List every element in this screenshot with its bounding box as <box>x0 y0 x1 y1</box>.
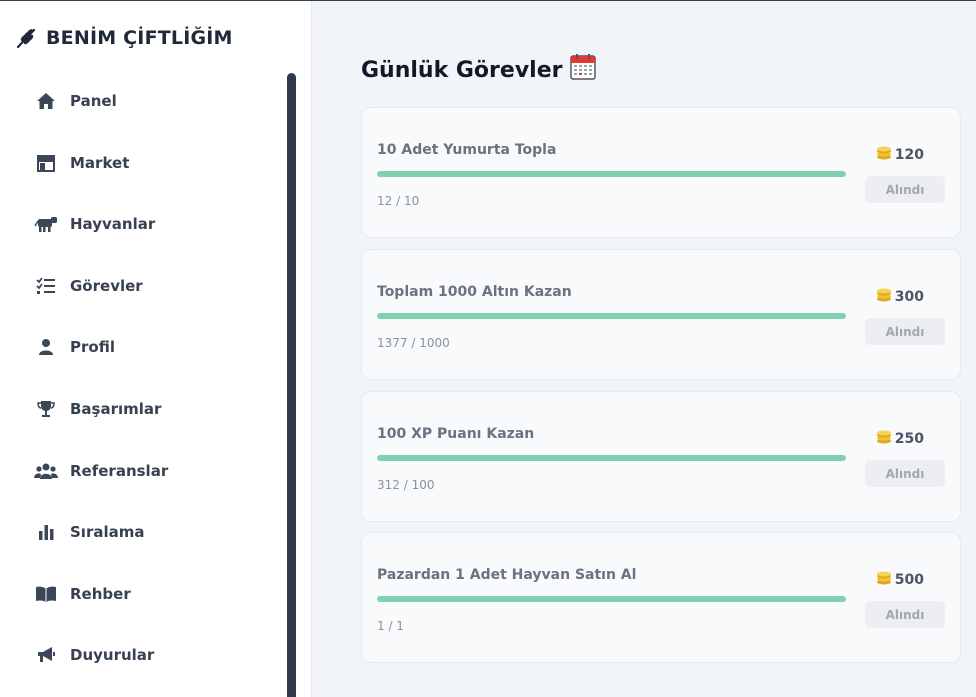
task-card: Toplam 1000 Altın Kazan 1377 / 1000 300 … <box>361 249 961 380</box>
reward: 250 <box>876 430 924 448</box>
claim-button[interactable]: Alındı <box>865 460 945 487</box>
tasks-icon <box>34 276 58 296</box>
progress-bar <box>377 313 846 319</box>
progress-bar <box>377 455 846 461</box>
coin-stack-icon <box>876 288 892 306</box>
trophy-icon <box>34 399 58 419</box>
sidebar-item-duyurular[interactable]: Duyurular <box>34 640 154 670</box>
sidebar-item-rehber[interactable]: Rehber <box>34 579 131 609</box>
reward-amount: 300 <box>894 289 924 305</box>
task-title: Toplam 1000 Altın Kazan <box>377 284 572 300</box>
reward: 300 <box>876 288 924 306</box>
store-icon <box>34 153 58 173</box>
claim-button[interactable]: Alındı <box>865 176 945 203</box>
megaphone-icon <box>34 645 58 665</box>
coin-stack-icon <box>876 571 892 589</box>
sidebar-item-label: Profil <box>70 338 115 356</box>
sidebar-scrollbar[interactable] <box>287 73 296 697</box>
claim-button[interactable]: Alındı <box>865 318 945 345</box>
sidebar: BENİM ÇİFTLİĞİM Panel Market Hayvanlar G… <box>0 1 312 697</box>
sidebar-item-profil[interactable]: Profil <box>34 332 115 362</box>
progress-fill <box>377 596 846 602</box>
sidebar-item-referanslar[interactable]: Referanslar <box>34 456 168 486</box>
user-icon <box>34 337 58 357</box>
sidebar-item-label: Duyurular <box>70 646 155 664</box>
wheat-icon <box>14 26 38 50</box>
bar-chart-icon <box>34 522 58 542</box>
reward: 120 <box>876 146 924 164</box>
sidebar-item-label: Sıralama <box>70 523 145 541</box>
progress-text: 312 / 100 <box>377 478 435 492</box>
sidebar-item-panel[interactable]: Panel <box>34 86 117 116</box>
coin-stack-icon <box>876 146 892 164</box>
sidebar-item-gorevler[interactable]: Görevler <box>34 271 143 301</box>
progress-bar <box>377 171 846 177</box>
calendar-icon <box>570 54 597 86</box>
sidebar-item-label: Market <box>70 154 130 172</box>
cow-icon <box>34 214 58 234</box>
task-card: 10 Adet Yumurta Topla 12 / 10 120 Alındı <box>361 107 961 238</box>
progress-fill <box>377 313 846 319</box>
sidebar-item-basarimlar[interactable]: Başarımlar <box>34 394 161 424</box>
home-icon <box>34 91 58 111</box>
page-title-text: Günlük Görevler <box>361 57 563 83</box>
sidebar-item-label: Hayvanlar <box>70 215 156 233</box>
sidebar-item-siralama[interactable]: Sıralama <box>34 517 144 547</box>
task-title: Pazardan 1 Adet Hayvan Satın Al <box>377 567 637 583</box>
sidebar-item-label: Görevler <box>70 277 143 295</box>
task-title: 10 Adet Yumurta Topla <box>377 142 557 158</box>
reward: 500 <box>876 571 924 589</box>
users-icon <box>34 461 58 481</box>
reward-amount: 250 <box>894 431 924 447</box>
coin-stack-icon <box>876 430 892 448</box>
book-icon <box>34 584 58 604</box>
sidebar-item-market[interactable]: Market <box>34 148 129 178</box>
claim-button[interactable]: Alındı <box>865 601 945 628</box>
progress-text: 1377 / 1000 <box>377 336 450 350</box>
sidebar-item-label: Referanslar <box>70 462 169 480</box>
brand[interactable]: BENİM ÇİFTLİĞİM <box>14 25 233 51</box>
progress-bar <box>377 596 846 602</box>
progress-text: 1 / 1 <box>377 619 404 633</box>
progress-text: 12 / 10 <box>377 194 420 208</box>
sidebar-item-label: Başarımlar <box>70 400 162 418</box>
reward-amount: 120 <box>894 147 924 163</box>
task-card: Pazardan 1 Adet Hayvan Satın Al 1 / 1 50… <box>361 532 961 663</box>
page-title: Günlük Görevler <box>361 54 597 86</box>
sidebar-item-label: Panel <box>70 92 117 110</box>
app-title: BENİM ÇİFTLİĞİM <box>46 27 233 49</box>
task-card: 100 XP Puanı Kazan 312 / 100 250 Alındı <box>361 391 961 522</box>
task-title: 100 XP Puanı Kazan <box>377 426 535 442</box>
progress-fill <box>377 455 846 461</box>
reward-amount: 500 <box>894 572 924 588</box>
sidebar-item-hayvanlar[interactable]: Hayvanlar <box>34 209 155 239</box>
sidebar-item-label: Rehber <box>70 585 131 603</box>
progress-fill <box>377 171 846 177</box>
